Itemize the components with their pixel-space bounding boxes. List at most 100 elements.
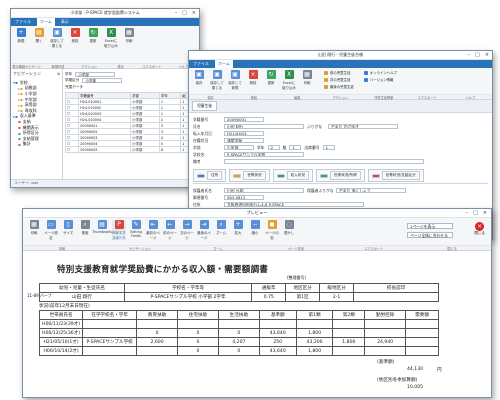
document-table: 幼児・児童・生徒氏名 学校名・学年等 通級年 地区区分 級地区分 校長認印 山田… (39, 283, 439, 302)
subtab-payment-class[interactable]: 世帯状況/支給区分 (367, 169, 424, 182)
ribbon-tabs: ファイル ホーム (189, 60, 492, 68)
window-titlebar: プレビュー – □ × (23, 209, 491, 218)
ribbon-save-close-button[interactable]: ▣ 保存して閉じる (50, 28, 64, 48)
subtab-household[interactable]: 世帯状況 (229, 169, 270, 182)
tab-view[interactable]: 表示 (61, 19, 69, 25)
last-page-button[interactable]: ⇥ 最後のページ (197, 220, 211, 240)
ribbon: ▣ 保存 ▣ 保存して閉じる ▣ 保存して新規 × 削除 ↻ 更新 X Excelに取り込み… (189, 68, 492, 100)
ribbon-save-button[interactable]: ▣ 保存 (192, 70, 206, 85)
address-field[interactable]: 大阪府池田市旭丘1-4-6 P-SPACE (224, 201, 364, 208)
thumbnails-button[interactable]: ▤ Thumbnails (92, 220, 112, 234)
detail-subtabs: 住所 世帯状況 収入状況 世帯状況/所得 世帯状況/支給区分 (193, 169, 488, 184)
watermark-icon: ◌ (284, 220, 294, 229)
navigation-title: ナビゲーション (13, 71, 41, 76)
size-button[interactable]: ▯ サイズ (61, 220, 75, 235)
ribbon-refresh-button[interactable]: ↻ 更新 (264, 70, 278, 85)
enrollment-status-field[interactable]: 通常学級 (224, 137, 264, 144)
student-list-window: 小学部 - P-SPACE 就学奨励費システム – □ × ファイル ホーム 表示 … (10, 8, 200, 188)
income-table: 世帯員氏名 在学学校名・学年 教育扶助 住宅扶助 生活扶助 基準額 第1類 第2… (38, 310, 439, 356)
ribbon-delete-button[interactable]: × 削除 (246, 70, 260, 85)
ribbon-open-button[interactable]: ▤ 開く (32, 28, 46, 43)
next-record-link[interactable]: 次の児童生徒 (324, 77, 354, 82)
ribbon-print-button[interactable]: ▦ 印刷 (122, 28, 136, 43)
watermark-button[interactable]: ◌ 透かし (282, 220, 296, 235)
print-button[interactable]: ▦ 印刷 (27, 220, 41, 235)
print-icon: ▦ (124, 28, 134, 37)
close-preview-button[interactable]: × 閉じる (474, 222, 485, 236)
prev-page-icon: ← (165, 220, 175, 229)
school-name-field[interactable]: P-SPACEサンプル学校 (224, 151, 304, 158)
pdf-export-button[interactable]: P PDFエクスポート (112, 220, 126, 240)
subtab-income[interactable]: 収入状況 (272, 169, 313, 182)
prev-page-button[interactable]: ← 前のページ (163, 220, 177, 240)
tab-home[interactable]: ホーム (37, 18, 55, 26)
prev-record-link[interactable]: 前の児童生徒 (324, 70, 354, 75)
pin-icon[interactable]: ⇲ (57, 71, 60, 77)
class-field[interactable]: 1 (289, 144, 302, 151)
tab-file[interactable]: ファイル (15, 19, 31, 25)
last-record-link[interactable]: 最後の児童生徒 (324, 84, 354, 89)
grade-filter-select[interactable]: 小学部 (75, 71, 116, 77)
ribbon-refresh-button[interactable]: ↻ 更新 (86, 28, 100, 43)
subtab-household-income[interactable]: 世帯状況/所得 (315, 169, 365, 182)
first-page-button[interactable]: ⇤ 最初のページ (146, 220, 160, 240)
remarks-field[interactable] (224, 158, 424, 165)
page-setup-button[interactable]: ▭ ページ設定 (44, 220, 58, 240)
furigana-field[interactable]: やまだ かけゆき (328, 123, 398, 130)
tab-student[interactable]: 児童生徒 (192, 101, 218, 111)
online-help-link[interactable]: オンラインヘルプ (363, 70, 397, 75)
table-row: H06/10/14(2才) 0 0 43,640 1,800 (38, 346, 439, 356)
fit-page-select[interactable]: ページ全体に合わせる (407, 232, 453, 238)
save-new-icon: ▣ (230, 70, 240, 79)
student-id-field[interactable]: 20090001 (224, 116, 264, 123)
grade-field[interactable]: 2 (267, 144, 280, 151)
search-button[interactable]: ⌕ 検索 (78, 220, 92, 235)
tab-home[interactable]: ホーム (215, 60, 233, 68)
tab-file[interactable]: ファイル (193, 61, 209, 67)
help-icon (363, 70, 368, 75)
serial-number-label: (整理番号) (287, 275, 307, 280)
attendance-no-field[interactable]: 1 (322, 144, 335, 151)
name-field[interactable]: 山田 翔行 (224, 123, 304, 130)
guardian-name-field[interactable]: 山田 兄翔 (224, 187, 304, 194)
ribbon-new-button[interactable]: + 新規 (14, 28, 28, 43)
table-row[interactable]: ☐ 20090005 小学部 6 1 (64, 146, 195, 153)
help-links: オンラインヘルプ バージョン情報 (363, 70, 397, 82)
postal-code-field[interactable]: 563-0812 (224, 194, 264, 201)
ribbon-group-labels: 保存 削除 編集 アクション 児童生徒移動 エクスポート ヘルプ (189, 94, 492, 100)
zoom-button[interactable]: ⌕ ズーム (214, 220, 228, 235)
ribbon-excel-button[interactable]: X Excelに取り込み (282, 70, 296, 90)
navigation-pane: ナビゲーション ⇲ ▾▪ 学校 ▸▪ 幼稚部 ▸▪ 小学部 ▸▪ 中学部 ▸▪ 高等部 ▸▪… (11, 69, 63, 179)
zoom-in-button[interactable]: + 拡大 (231, 220, 245, 235)
section-label: 状況(前年12月末日現在) (39, 304, 90, 309)
subtab-address[interactable]: 住所 (193, 169, 227, 182)
guardian-furigana-field[interactable]: やまだ あにしょう (336, 187, 406, 194)
table-row: H06/11/23(39才) (38, 319, 439, 329)
zoom-in-icon: + (233, 220, 243, 229)
ribbon-delete-button[interactable]: × 削除 (68, 28, 82, 43)
ribbon: + 新規 ▤ 開く ▣ 保存して閉じる × 削除 ↻ 更新 X Excelに取り込み ▦ 印刷… (11, 26, 199, 74)
chart-icon (319, 173, 328, 178)
ribbon-excel-button[interactable]: X Excelに取り込み (104, 28, 118, 48)
transfer-date-field[interactable]: H21/04/01 (224, 130, 264, 137)
folder-icon: ▸▪ (18, 102, 23, 108)
department-field[interactable]: 小学部 (224, 144, 254, 151)
term-filter-select[interactable]: 小学部 (82, 77, 123, 83)
editing-fields-button[interactable]: ✎ Editing Fields (129, 220, 143, 238)
preview-document: 特別支援教育就学奨励費にかかる収入額・需要額調書 (整理番号) 11-89 バー… (27, 253, 491, 397)
zoom-out-icon: − (250, 220, 260, 229)
zoom-icon: ⌕ (216, 220, 226, 229)
folder-icon: ▾▪ (13, 80, 18, 86)
ribbon-print-button[interactable]: ▦ 印刷 (300, 70, 314, 85)
multi-page-select[interactable]: 1ページを表示 (407, 223, 453, 229)
next-page-button[interactable]: → 次のページ (180, 220, 194, 240)
page-color-button[interactable]: ◼ ページの色 (265, 220, 279, 240)
nav-item-summary[interactable]: ▪ 集計 (13, 141, 60, 148)
pdf-icon: P (114, 220, 124, 229)
ribbon-save-new-button[interactable]: ▣ 保存して新規 (228, 70, 242, 90)
window-title: プレビュー (246, 210, 268, 215)
zoom-out-button[interactable]: − 縮小 (248, 220, 262, 235)
version-info-link[interactable]: バージョン情報 (363, 77, 397, 82)
list-icon: ▪ (18, 125, 21, 131)
ribbon-save-close-button[interactable]: ▣ 保存して閉じる (210, 70, 224, 90)
